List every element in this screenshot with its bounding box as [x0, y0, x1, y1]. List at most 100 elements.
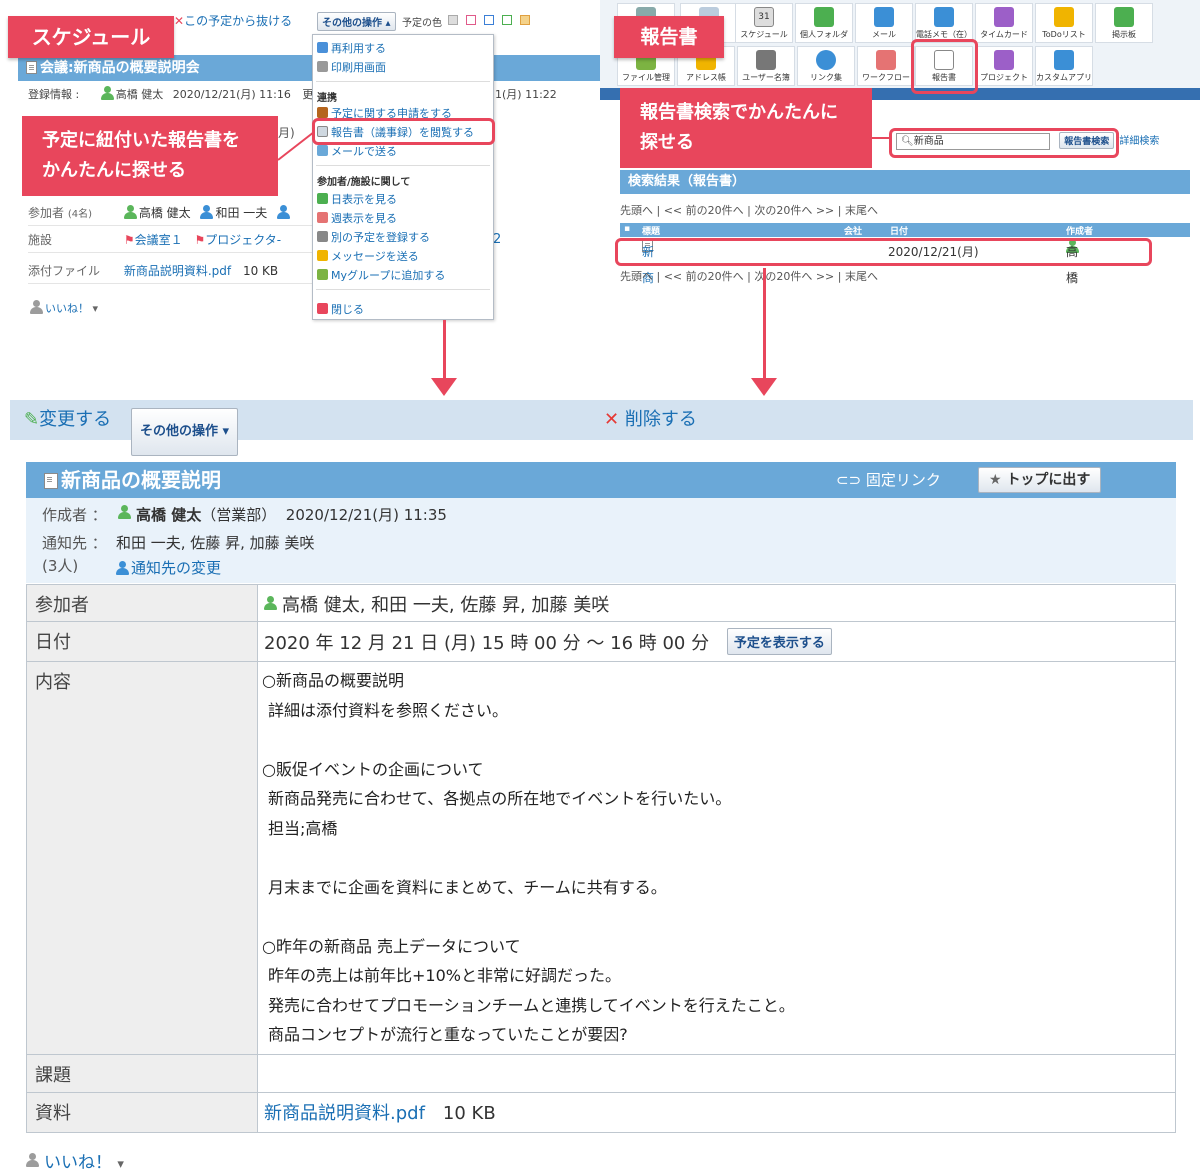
results-header: ▪ 標題 会社 日付 作成者: [620, 223, 1190, 237]
app-project[interactable]: プロジェクト: [975, 46, 1033, 86]
app-todo[interactable]: ToDoリスト: [1035, 3, 1093, 43]
lock-icon: ▪: [624, 224, 631, 234]
schedule-title-bar: 会議:新商品の概要説明会: [18, 55, 600, 81]
pencil-icon: ✎: [24, 409, 40, 430]
user-icon: [118, 505, 134, 522]
content-line: [262, 843, 1171, 873]
flag-icon: ⚑: [194, 233, 206, 247]
color-swatch-blue[interactable]: [484, 15, 494, 25]
mail-icon: [874, 7, 894, 27]
attachment-link[interactable]: 新商品説明資料.pdf: [124, 264, 231, 278]
facility-link[interactable]: ⚑会議室１: [124, 233, 183, 247]
color-swatch-green[interactable]: [502, 15, 512, 25]
leave-schedule-link[interactable]: ✕この予定から抜ける: [174, 12, 292, 29]
menu-item-close[interactable]: 閉じる: [317, 301, 364, 317]
menu-item-day-view[interactable]: 日表示を見る: [317, 191, 397, 207]
apply-icon: [317, 107, 328, 118]
content-line: 昨年の売上は前年比+10%と非常に好調だった。: [268, 966, 621, 985]
material-file-link[interactable]: 新商品説明資料.pdf: [264, 1103, 425, 1124]
pager-first[interactable]: 先頭へ: [620, 204, 653, 217]
schedule-color-label: 予定の色: [402, 18, 442, 29]
pager-last[interactable]: 末尾へ: [845, 204, 878, 217]
chevron-down-icon: ▾: [222, 424, 230, 439]
app-phone-memo[interactable]: 電話メモ（在）: [915, 3, 973, 43]
advanced-search-link[interactable]: 詳細検索: [1119, 136, 1159, 147]
pager-bottom: 先頭へ | << 前の20件へ | 次の20件へ >> | 末尾へ: [620, 270, 878, 283]
highlight-report-app: [911, 39, 978, 94]
user-icon: [123, 205, 137, 219]
app-custom[interactable]: カスタムアプリ: [1035, 46, 1093, 86]
edit-button[interactable]: ✎変更する: [24, 400, 111, 440]
workflow-icon: [876, 50, 896, 70]
show-schedule-button[interactable]: 予定を表示する: [726, 628, 832, 655]
mail-icon: [317, 145, 328, 156]
field-row-participants: 参加者 高橋 健太, 和田 一夫, 佐藤 昇, 加藤 美咲: [27, 584, 1175, 622]
notify-names: 和田 一夫, 佐藤 昇, 加藤 美咲: [116, 534, 315, 552]
calendar-icon: [317, 231, 328, 242]
menu-item-print[interactable]: 印刷用画面: [317, 59, 386, 75]
app-schedule[interactable]: 31 スケジュール: [735, 3, 793, 43]
report-panel: 31 スケジュール 個人フォルダ メール 電話メモ（在） タイムカード ToDoリ…: [600, 0, 1200, 290]
content-line: 新商品発売に合わせて、各拠点の所在地でイベントを行いたい。: [268, 789, 732, 808]
detail-like-button[interactable]: いいね！ ▾: [26, 1148, 124, 1173]
content-line: ○新商品の概要説明: [262, 671, 404, 690]
pager-next[interactable]: 次の20件へ >>: [754, 204, 834, 217]
app-links[interactable]: リンク集: [797, 46, 855, 86]
app-mail[interactable]: メール: [855, 3, 913, 43]
star-icon: ★: [989, 472, 1002, 488]
timecard-icon: [994, 7, 1014, 27]
color-swatch-pink[interactable]: [466, 15, 476, 25]
report-label: 報告書: [614, 16, 724, 58]
user-icon: [200, 205, 214, 219]
like-icon: [26, 1153, 42, 1170]
menu-item-mail[interactable]: メールで送る: [317, 143, 397, 159]
user-icon: [116, 561, 129, 575]
top-button[interactable]: ★ トップに出す: [978, 467, 1102, 493]
callout-connector: [277, 131, 315, 161]
group-icon: [317, 269, 328, 280]
menu-item-reuse[interactable]: 再利用する: [317, 40, 386, 56]
close-icon: ✕: [604, 409, 620, 430]
color-swatch-gray[interactable]: [448, 15, 458, 25]
content-line: 担当;高橋: [268, 818, 338, 838]
content-line: 月末までに企画を資料にまとめて、チームに共有する。: [268, 877, 667, 897]
pager-prev[interactable]: << 前の20件へ: [664, 270, 744, 283]
facility-link[interactable]: ⚑プロジェクタ-: [194, 233, 281, 247]
menu-item-register-other[interactable]: 別の予定を登録する: [317, 229, 430, 245]
menu-item-week-view[interactable]: 週表示を見る: [317, 210, 397, 226]
menu-item-send-message[interactable]: メッセージを送る: [317, 248, 419, 264]
delete-button[interactable]: ✕ 削除する: [604, 400, 697, 440]
schedule-other-ops-button[interactable]: その他の操作 ▴: [317, 12, 396, 31]
like-button[interactable]: いいね！ ▾: [30, 300, 98, 316]
week-view-icon: [317, 212, 328, 223]
todo-icon: [1054, 7, 1074, 27]
pager-next[interactable]: 次の20件へ >>: [754, 270, 834, 283]
pager-prev[interactable]: << 前の20件へ: [664, 204, 744, 217]
content-line: 商品コンセプトが流行と重なっていたことが要因?: [268, 1025, 628, 1044]
permalink-link[interactable]: ⊂⊃ 固定リンク: [836, 462, 941, 498]
close-icon: [317, 303, 328, 314]
project-icon: [994, 50, 1014, 70]
app-timecard[interactable]: タイムカード: [975, 3, 1033, 43]
notify-change-link[interactable]: 通知先の変更: [116, 557, 221, 578]
report-title: 新商品の概要説明: [61, 468, 221, 492]
app-user-directory[interactable]: ユーザー名簿: [737, 46, 795, 86]
app-personal-folder[interactable]: 個人フォルダ: [795, 3, 853, 43]
menu-item-add-group[interactable]: Myグループに追加する: [317, 267, 445, 283]
app-bulletin[interactable]: 掲示板: [1095, 3, 1153, 43]
detail-other-ops-button[interactable]: その他の操作 ▾: [131, 408, 239, 456]
schedule-label: スケジュール: [8, 16, 174, 58]
content-line: 詳細は添付資料を参照ください。: [268, 700, 509, 720]
pager-last[interactable]: 末尾へ: [845, 270, 878, 283]
content-line: ○昨年の新商品 売上データについて: [262, 936, 521, 956]
day-view-icon: [317, 193, 328, 204]
phone-memo-icon: [934, 7, 954, 27]
color-swatch-orange[interactable]: [520, 15, 530, 25]
app-workflow[interactable]: ワークフロー: [857, 46, 915, 86]
schedule-panel: ✕この予定から抜ける その他の操作 ▴ 予定の色 会議:新商品の概要説明会 登録…: [0, 0, 600, 330]
report-meta: 作成者 ： 高橋 健太（営業部） 2020/12/21(月) 11:35 通知先…: [26, 498, 1176, 583]
user-icon: [264, 596, 280, 613]
callout-connector: [870, 137, 892, 139]
pager-first[interactable]: 先頭へ: [620, 270, 653, 283]
calendar-icon: [26, 61, 37, 74]
